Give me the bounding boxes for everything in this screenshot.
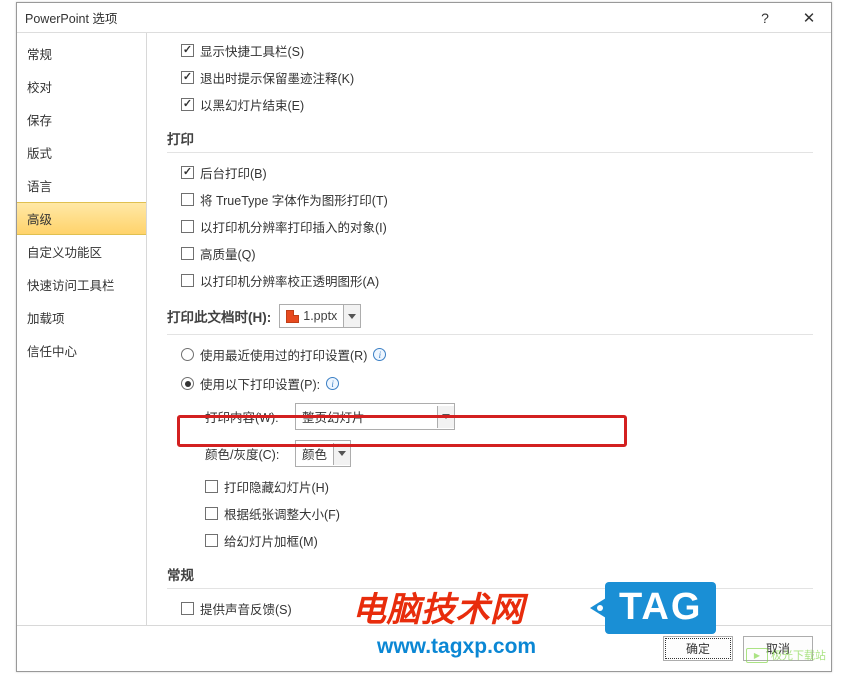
group-heading: 打印此文档时(H): <box>167 306 271 326</box>
group-print-this-doc: 打印此文档时(H): 1.pptx 使用最近使用过的打印 <box>167 304 813 550</box>
check-label: 提供声音反馈(S) <box>200 599 292 618</box>
group-heading: 常规 <box>167 564 813 589</box>
radio-use-following-settings[interactable] <box>181 377 194 390</box>
group-general: 常规 提供声音反馈(S) 显示加载项用户接口错误(U) 显示客户提交的 Offi… <box>167 564 813 625</box>
info-icon[interactable]: i <box>373 348 386 361</box>
checkbox-high-quality[interactable] <box>181 247 194 260</box>
sidebar-item-layout[interactable]: 版式 <box>17 136 146 169</box>
sidebar-item-addins[interactable]: 加载项 <box>17 301 146 334</box>
checkbox-sound-feedback[interactable] <box>181 602 194 615</box>
checkbox-print-inserted-at-printer-res[interactable] <box>181 220 194 233</box>
checkbox-prompt-keep-ink[interactable] <box>181 71 194 84</box>
checkbox-print-hidden-slides[interactable] <box>205 480 218 493</box>
checkbox-show-mini-toolbar[interactable] <box>181 44 194 57</box>
check-label: 以打印机分辨率打印插入的对象(I) <box>200 217 387 236</box>
combo-value: 1.pptx <box>303 309 337 323</box>
radio-label: 使用最近使用过的打印设置(R) <box>200 345 367 364</box>
check-label: 根据纸张调整大小(F) <box>224 504 340 523</box>
check-label: 将 TrueType 字体作为图形打印(T) <box>200 190 388 209</box>
sidebar-item-advanced[interactable]: 高级 <box>17 202 146 235</box>
check-label: 退出时提示保留墨迹注释(K) <box>200 68 354 87</box>
group-heading: 打印 <box>167 128 813 153</box>
check-label: 以打印机分辨率校正透明图形(A) <box>200 271 379 290</box>
radio-label: 使用以下打印设置(P): <box>200 374 320 393</box>
sidebar-item-general[interactable]: 常规 <box>17 37 146 70</box>
chevron-down-icon[interactable] <box>333 443 350 465</box>
checkbox-truetype-as-graphics[interactable] <box>181 193 194 206</box>
window-title: PowerPoint 选项 <box>25 8 743 27</box>
ok-button[interactable]: 确定 <box>663 636 733 661</box>
options-dialog: PowerPoint 选项 ? ✕ 常规 校对 保存 版式 语言 高级 自定义功… <box>16 2 832 672</box>
check-label: 给幻灯片加框(M) <box>224 531 318 550</box>
cancel-button[interactable]: 取消 <box>743 636 813 661</box>
color-grayscale-label: 颜色/灰度(C): <box>205 444 287 463</box>
sidebar-item-trust-center[interactable]: 信任中心 <box>17 334 146 367</box>
radio-use-recent-settings[interactable] <box>181 348 194 361</box>
print-what-combo[interactable]: 整页幻灯片 <box>295 403 455 430</box>
info-icon[interactable]: i <box>326 377 339 390</box>
document-select-combo[interactable]: 1.pptx <box>279 304 361 328</box>
combo-value: 颜色 <box>302 444 327 463</box>
sidebar-item-quick-access[interactable]: 快速访问工具栏 <box>17 268 146 301</box>
sidebar-item-save[interactable]: 保存 <box>17 103 146 136</box>
combo-value: 整页幻灯片 <box>302 407 365 426</box>
chevron-down-icon[interactable] <box>437 406 454 428</box>
close-button[interactable]: ✕ <box>787 3 831 33</box>
check-label: 以黑幻灯片结束(E) <box>200 95 304 114</box>
checkbox-frame-slides[interactable] <box>205 534 218 547</box>
print-what-label: 打印内容(W): <box>205 407 287 426</box>
checkbox-background-print[interactable] <box>181 166 194 179</box>
check-label: 打印隐藏幻灯片(H) <box>224 477 329 496</box>
titlebar: PowerPoint 选项 ? ✕ <box>17 3 831 33</box>
check-label: 显示快捷工具栏(S) <box>200 41 304 60</box>
check-label: 后台打印(B) <box>200 163 267 182</box>
dialog-footer: 确定 取消 <box>17 625 831 671</box>
content-pane: 显示快捷工具栏(S) 退出时提示保留墨迹注释(K) 以黑幻灯片结束(E) 打印 <box>147 33 831 625</box>
sidebar-item-proofing[interactable]: 校对 <box>17 70 146 103</box>
check-label: 高质量(Q) <box>200 244 256 263</box>
sidebar-item-language[interactable]: 语言 <box>17 169 146 202</box>
color-grayscale-combo[interactable]: 颜色 <box>295 440 351 467</box>
checkbox-scale-to-fit-paper[interactable] <box>205 507 218 520</box>
checkbox-align-transparent-graphics[interactable] <box>181 274 194 287</box>
chevron-down-icon[interactable] <box>343 305 360 327</box>
pptx-file-icon <box>286 310 299 323</box>
sidebar-item-customize-ribbon[interactable]: 自定义功能区 <box>17 235 146 268</box>
checkbox-end-black-slide[interactable] <box>181 98 194 111</box>
category-sidebar: 常规 校对 保存 版式 语言 高级 自定义功能区 快速访问工具栏 加载项 信任中… <box>17 33 147 625</box>
help-button[interactable]: ? <box>743 3 787 33</box>
group-print: 打印 后台打印(B) 将 TrueType 字体作为图形打印(T) 以打印机分辨… <box>167 128 813 290</box>
dialog-body: 常规 校对 保存 版式 语言 高级 自定义功能区 快速访问工具栏 加载项 信任中… <box>17 33 831 625</box>
